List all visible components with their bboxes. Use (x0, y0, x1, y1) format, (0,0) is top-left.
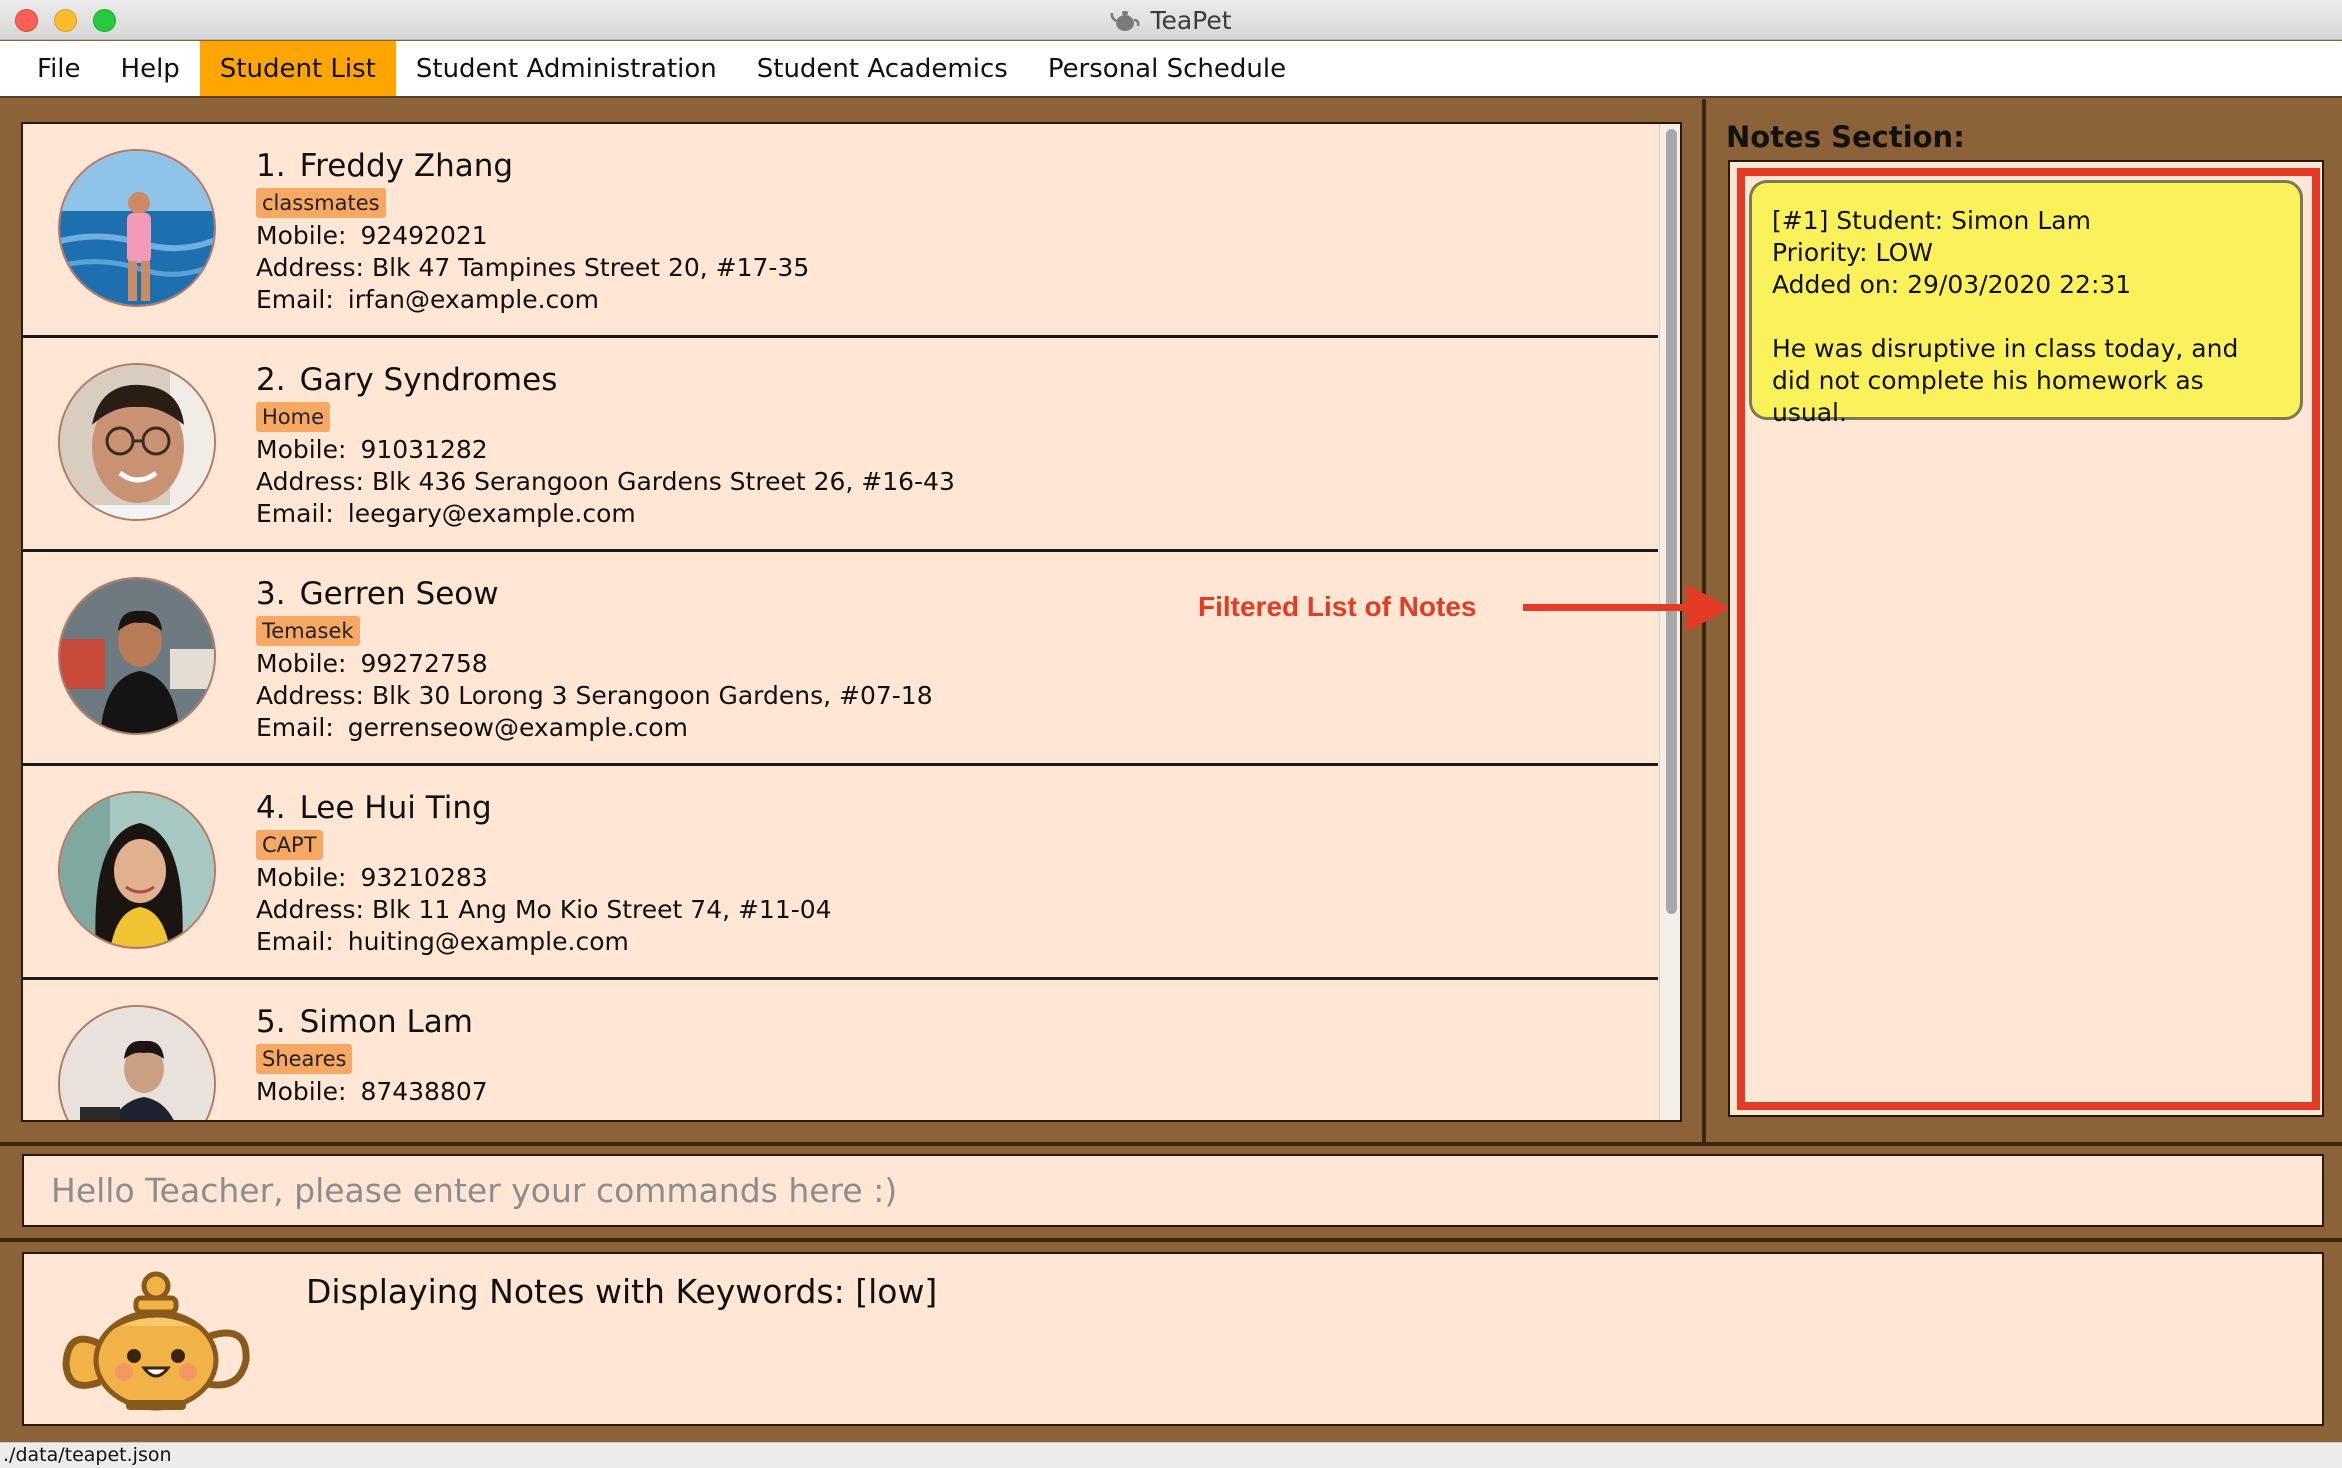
student-mobile: Mobile: 99272758 (256, 649, 488, 678)
annotation-label: Filtered List of Notes (1198, 591, 1477, 622)
avatar (58, 791, 216, 949)
arrow-right-icon (1686, 584, 1730, 632)
student-tag: Sheares (256, 1044, 353, 1074)
note-body: He was disruptive in class today, and di… (1772, 334, 2239, 427)
command-input[interactable] (51, 1171, 2322, 1210)
student-tag: CAPT (256, 830, 323, 860)
student-tag: Home (256, 402, 331, 432)
student-card[interactable]: 4. Lee Hui Ting CAPT Mobile: 93210283 Addr… (23, 766, 1658, 980)
note-date: Added on: 29/03/2020 22:31 (1772, 270, 2132, 299)
result-display: Displaying Notes with Keywords: [low] (22, 1252, 2324, 1426)
student-card[interactable]: 2. Gary Syndromes Home Mobile: 91031282 Ad… (23, 338, 1658, 552)
annotation-arrow-line (1523, 604, 1691, 611)
student-card[interactable]: 3. Gerren Seow Temasek Mobile: 99272758 Ad… (23, 552, 1658, 766)
window-title: TeaPet (1150, 5, 1232, 35)
student-email: Email: leegary@example.com (256, 499, 636, 528)
student-address: Address: Blk 436 Serangoon Gardens Stree… (256, 467, 955, 496)
menu-bar: File Help Student List Student Administr… (0, 41, 2342, 98)
student-email: Email: huiting@example.com (256, 927, 629, 956)
scrollbar-thumb[interactable] (1666, 129, 1677, 914)
note-header: [#1] Student: Simon Lam (1772, 206, 2091, 235)
teapot-app-icon (1111, 11, 1140, 31)
avatar (58, 149, 216, 307)
student-mobile: Mobile: 91031282 (256, 435, 488, 464)
student-mobile: Mobile: 93210283 (256, 863, 488, 892)
divider (0, 1142, 2342, 1146)
student-name: 2. Gary Syndromes (256, 362, 558, 398)
note-card[interactable]: [#1] Student: Simon Lam Priority: LOW Ad… (1749, 180, 2303, 427)
student-email: Email: gerrenseow@example.com (256, 713, 688, 742)
avatar (58, 1005, 216, 1120)
student-list-scrollbar[interactable] (1659, 124, 1680, 1120)
student-email: Email: irfan@example.com (256, 285, 599, 314)
result-message: Displaying Notes with Keywords: [low] (306, 1272, 938, 1311)
menu-file[interactable]: File (17, 41, 101, 96)
student-tag: classmates (256, 188, 386, 218)
status-bar: ./data/teapet.json (0, 1442, 2342, 1468)
command-box[interactable] (22, 1154, 2324, 1227)
student-tag: Temasek (256, 616, 360, 646)
student-mobile: Mobile: 92492021 (256, 221, 488, 250)
student-address: Address: Blk 30 Lorong 3 Serangoon Garde… (256, 681, 933, 710)
avatar (58, 363, 216, 521)
student-card[interactable]: 5. Simon Lam Sheares Mobile: 87438807 (23, 980, 1658, 1120)
title-bar: TeaPet (0, 0, 2342, 40)
notes-section-title: Notes Section: (1726, 120, 1965, 154)
student-address: Address: Blk 11 Ang Mo Kio Street 74, #1… (256, 895, 832, 924)
student-mobile: Mobile: 87438807 (256, 1077, 488, 1106)
divider (0, 1238, 2342, 1242)
student-card[interactable]: 1. Freddy Zhang classmates Mobile: 9249202… (23, 124, 1658, 338)
menu-help[interactable]: Help (101, 41, 200, 96)
student-address: Address: Blk 47 Tampines Street 20, #17-… (256, 253, 810, 282)
tab-personal-schedule[interactable]: Personal Schedule (1028, 41, 1306, 96)
student-name: 4. Lee Hui Ting (256, 790, 492, 826)
student-name: 1. Freddy Zhang (256, 148, 514, 184)
tab-student-academics[interactable]: Student Academics (737, 41, 1028, 96)
student-name: 3. Gerren Seow (256, 576, 499, 612)
student-name: 5. Simon Lam (256, 1004, 473, 1040)
avatar (58, 577, 216, 735)
data-file-path: ./data/teapet.json (3, 1444, 172, 1466)
tab-student-list[interactable]: Student List (199, 41, 396, 96)
teapot-mascot-icon (62, 1271, 250, 1411)
note-priority: Priority: LOW (1772, 238, 1933, 267)
tab-student-administration[interactable]: Student Administration (396, 41, 737, 96)
